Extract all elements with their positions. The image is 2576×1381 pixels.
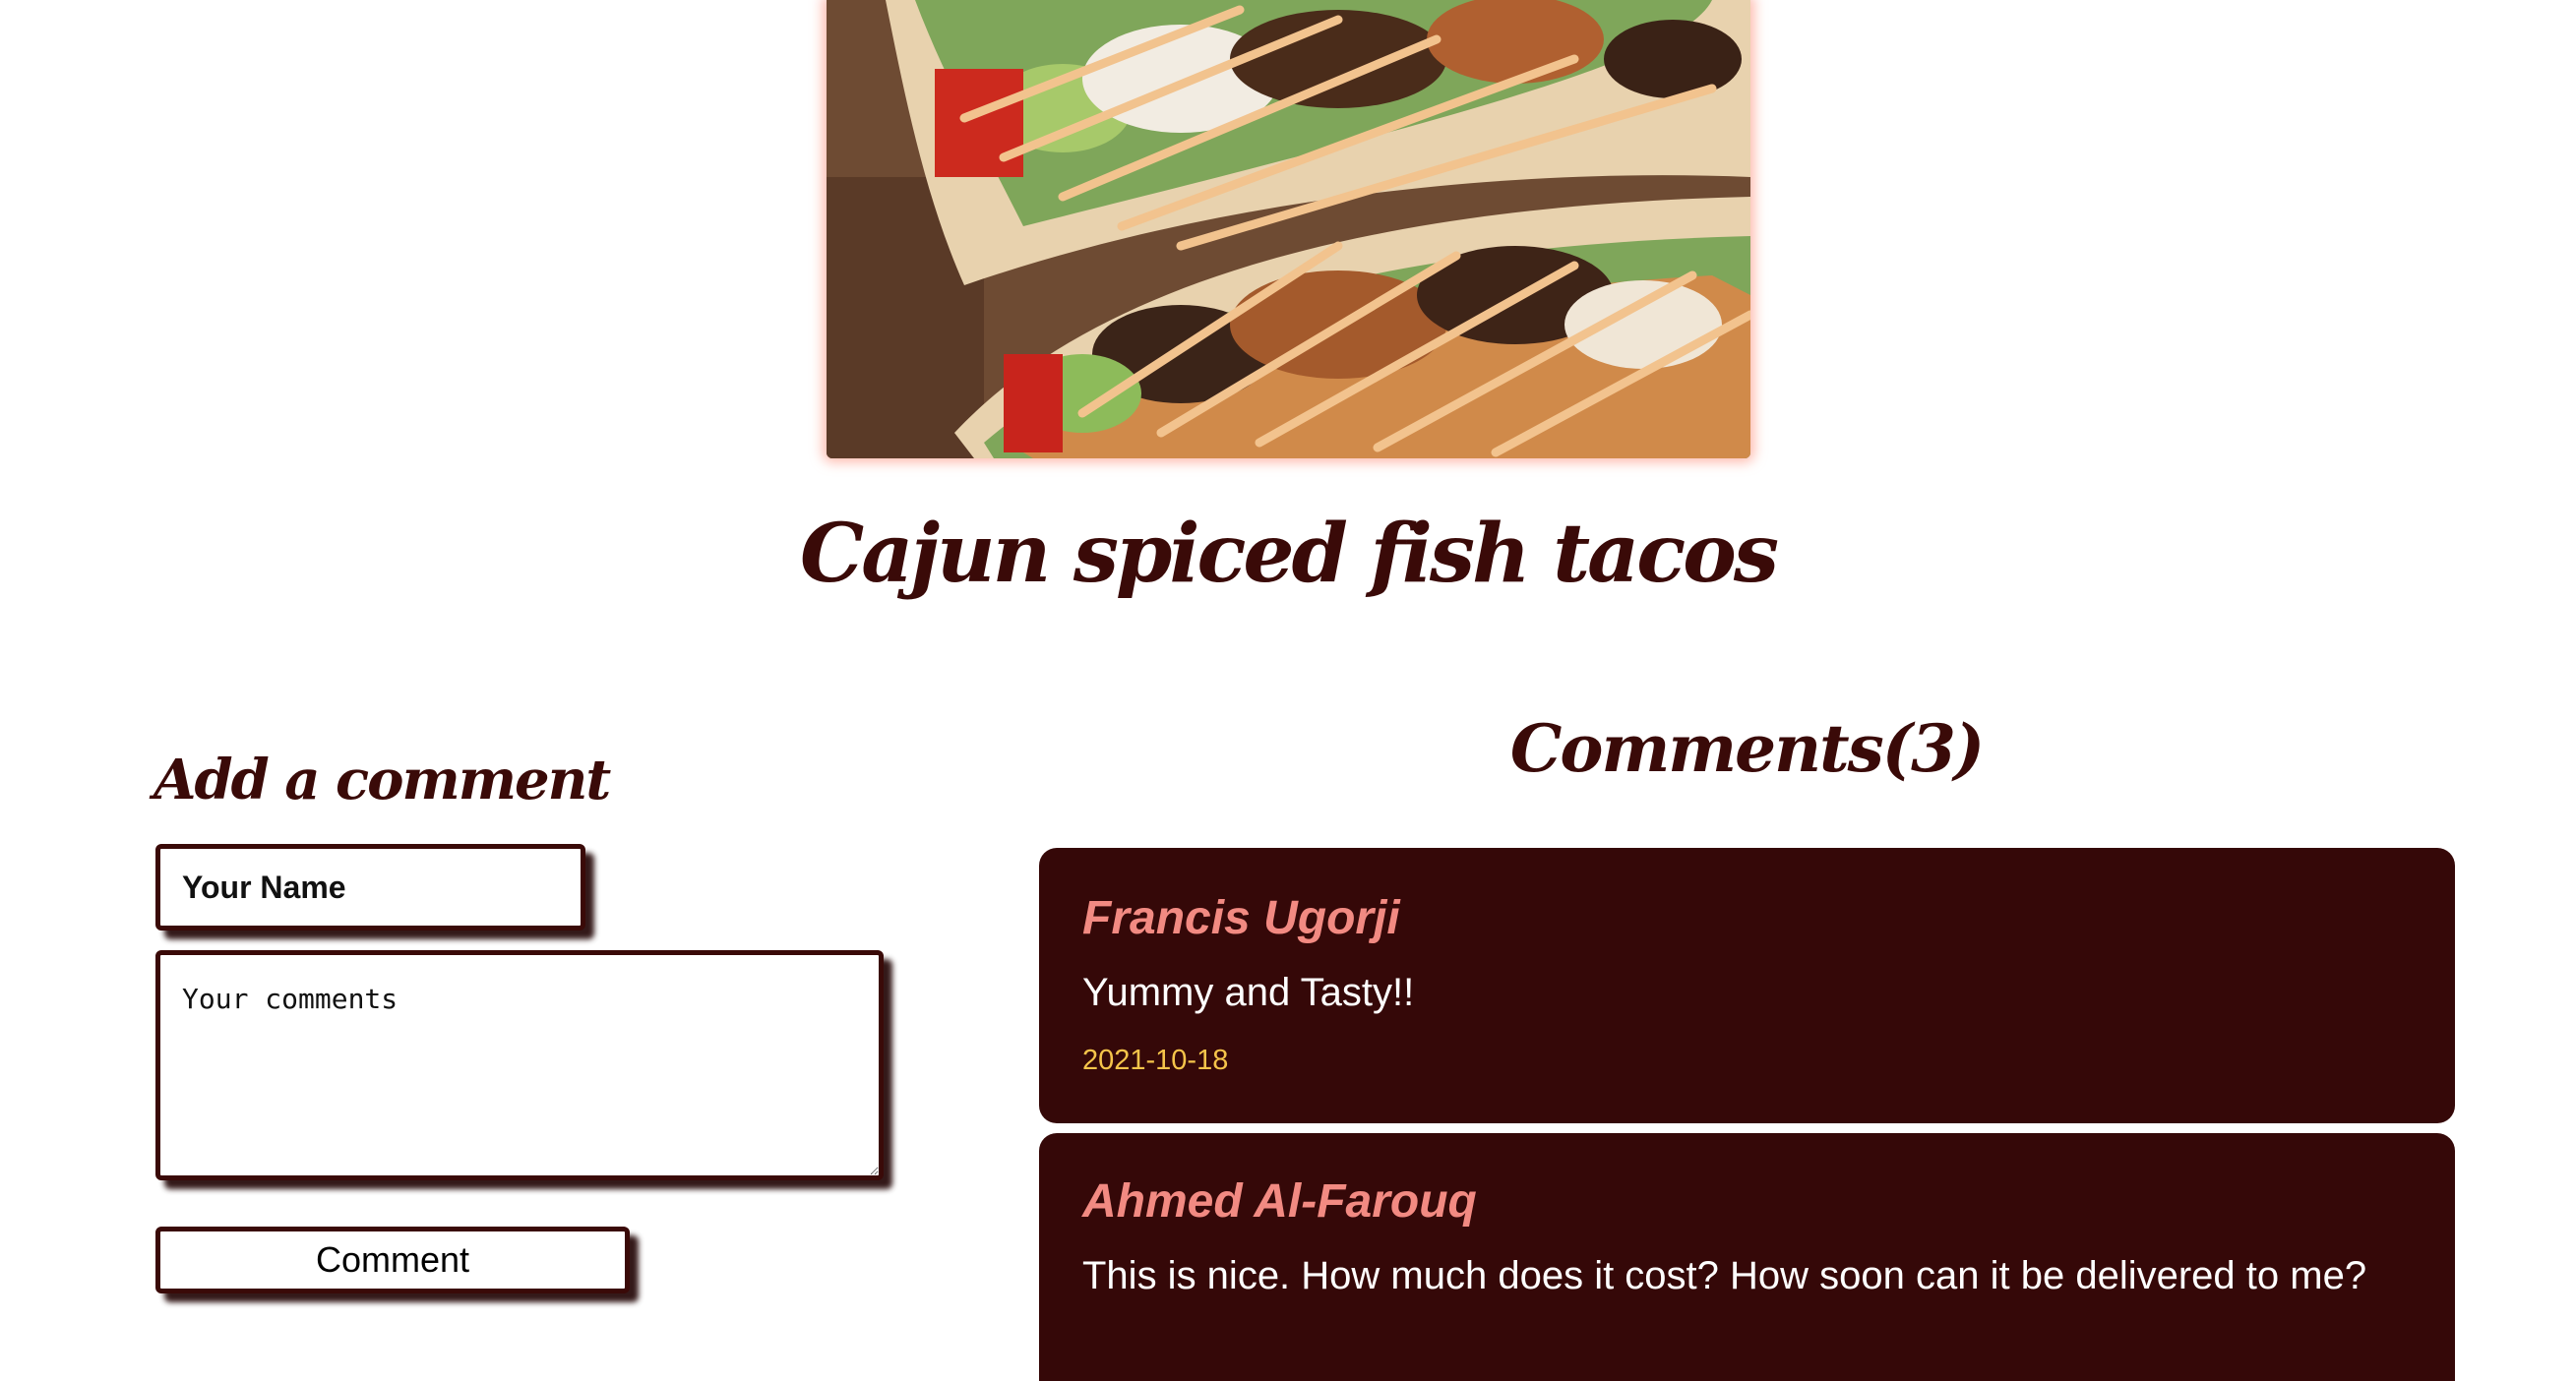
comments-textarea[interactable] xyxy=(155,950,884,1180)
comment-date: 2021-10-18 xyxy=(1082,1045,1229,1076)
recipe-title: Cajun spiced fish tacos xyxy=(799,507,1779,601)
comment-author: Francis Ugorji xyxy=(1082,892,1400,944)
add-comment-heading: Add a comment xyxy=(153,748,611,812)
recipe-image xyxy=(827,0,1750,458)
recipe-page: Cajun spiced fish tacos Add a comment Co… xyxy=(0,0,2576,1381)
name-input[interactable] xyxy=(155,844,585,931)
comment-button[interactable]: Comment xyxy=(155,1227,630,1293)
comment-author: Ahmed Al-Farouq xyxy=(1082,1175,1477,1228)
comment-text: Yummy and Tasty!! xyxy=(1082,971,1415,1014)
comment-card: Francis Ugorji Yummy and Tasty!! 2021-10… xyxy=(1039,848,2455,1123)
comments-heading: Comments(3) xyxy=(1509,710,1985,787)
comment-text: This is nice. How much does it cost? How… xyxy=(1082,1254,2367,1297)
comment-card: Ahmed Al-Farouq This is nice. How much d… xyxy=(1039,1133,2455,1381)
